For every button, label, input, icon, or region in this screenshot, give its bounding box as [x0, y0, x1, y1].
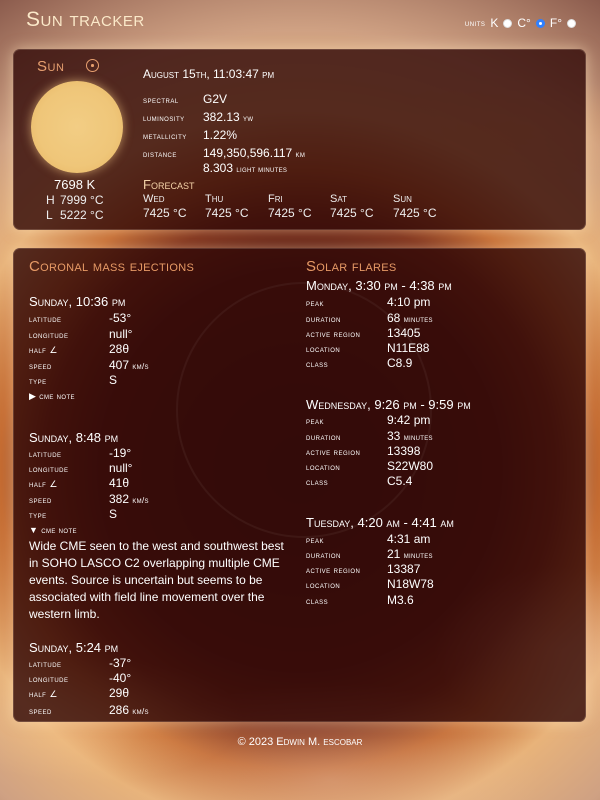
temp-high: H 7999 °C — [46, 193, 104, 207]
cme-event-time: Sunday, 10:36 pm — [29, 294, 126, 309]
app-title: Sun tracker — [26, 8, 145, 31]
flare-location: location N11E88 — [306, 341, 430, 355]
forecast-day: Fri 7425 °C — [268, 193, 312, 220]
sun-symbol-icon — [86, 59, 99, 72]
distance-row: distance 149,350,596.117 km — [143, 146, 306, 160]
cme-speed: speed 286 km/s — [29, 703, 149, 717]
cme-latitude: latitude -53° — [29, 311, 132, 325]
flare-peak: peak 9:42 pm — [306, 413, 431, 427]
unit-k-radio[interactable] — [503, 18, 513, 28]
forecast-day: Thu 7425 °C — [205, 193, 249, 220]
cme-latitude: latitude -37° — [29, 656, 132, 670]
cme-event-time: Sunday, 8:48 pm — [29, 430, 119, 445]
sun-disc-image — [31, 81, 123, 173]
units-label: units — [464, 18, 486, 28]
flare-peak: peak 4:31 am — [306, 532, 431, 546]
flare-event-time: Tuesday, 4:20 am - 4:41 am — [306, 515, 454, 530]
flare-location: location S22W80 — [306, 459, 434, 473]
forecast-day: Sun 7425 °C — [393, 193, 437, 220]
metallicity-row: metallicity 1.22% — [143, 128, 238, 142]
flare-duration: duration 33 minutes — [306, 429, 433, 443]
footer-copyright: © 2023 Edwin M. escobar — [237, 736, 363, 748]
sun-name: Sun — [37, 58, 65, 75]
flare-active-region: active region 13405 — [306, 326, 421, 340]
forecast-day: Wed 7425 °C — [143, 193, 187, 220]
flare-active-region: active region 13387 — [306, 562, 421, 576]
cme-speed: speed 407 km/s — [29, 358, 149, 372]
current-datetime: August 15th, 11:03:47 pm — [143, 67, 275, 81]
cme-speed: speed 382 km/s — [29, 492, 149, 506]
unit-k-label: K — [490, 16, 499, 30]
cme-note-toggle[interactable]: ▶ cme note — [29, 391, 75, 402]
flare-class: class M3.6 — [306, 593, 414, 607]
flare-active-region: active region 13398 — [306, 444, 421, 458]
cme-half-angle: half ∠ 41θ — [29, 476, 130, 490]
unit-c-radio[interactable] — [535, 18, 545, 28]
cme-note-toggle[interactable]: ▼ cme note — [29, 525, 77, 535]
temp-low: L 5222 °C — [46, 208, 104, 222]
cme-half-angle: half ∠ 28θ — [29, 342, 130, 356]
flare-class: class C5.4 — [306, 474, 413, 488]
unit-f-label: F° — [549, 16, 562, 30]
unit-f-radio[interactable] — [567, 18, 576, 28]
flare-event-time: Wednesday, 9:26 pm - 9:59 pm — [306, 397, 471, 412]
cme-longitude: longitude null° — [29, 461, 133, 475]
flare-peak: peak 4:10 pm — [306, 295, 431, 309]
cme-type: type S — [29, 507, 118, 521]
cme-type: type S — [29, 373, 118, 387]
flares-section-title: Solar flares — [306, 258, 397, 275]
flare-location: location N18W78 — [306, 577, 434, 591]
forecast-title: Forecast — [143, 177, 195, 192]
cme-latitude: latitude -19° — [29, 446, 132, 460]
luminosity-row: luminosity 382.13 yw — [143, 110, 254, 124]
forecast-day: Sat 7425 °C — [330, 193, 374, 220]
cme-longitude: longitude null° — [29, 327, 133, 341]
cme-longitude: longitude -40° — [29, 671, 132, 685]
units-selector: units K C° F° — [465, 16, 576, 30]
distance-light-row: 8.303 light minutes — [203, 161, 288, 175]
flare-class: class C8.9 — [306, 356, 413, 370]
flare-event-time: Monday, 3:30 pm - 4:38 pm — [306, 278, 452, 293]
cme-event-time: Sunday, 5:24 pm — [29, 640, 119, 655]
cme-section-title: Coronal mass ejections — [29, 258, 195, 275]
cme-half-angle: half ∠ 29θ — [29, 686, 130, 700]
cme-note-text: Wide CME seen to the west and southwest … — [29, 539, 284, 621]
spectral-row: spectral G2V — [143, 92, 228, 106]
unit-c-label: C° — [517, 16, 531, 30]
flare-duration: duration 21 minutes — [306, 547, 433, 561]
flare-duration: duration 68 minutes — [306, 311, 433, 325]
sun-temperature: 7698 K — [54, 177, 96, 192]
